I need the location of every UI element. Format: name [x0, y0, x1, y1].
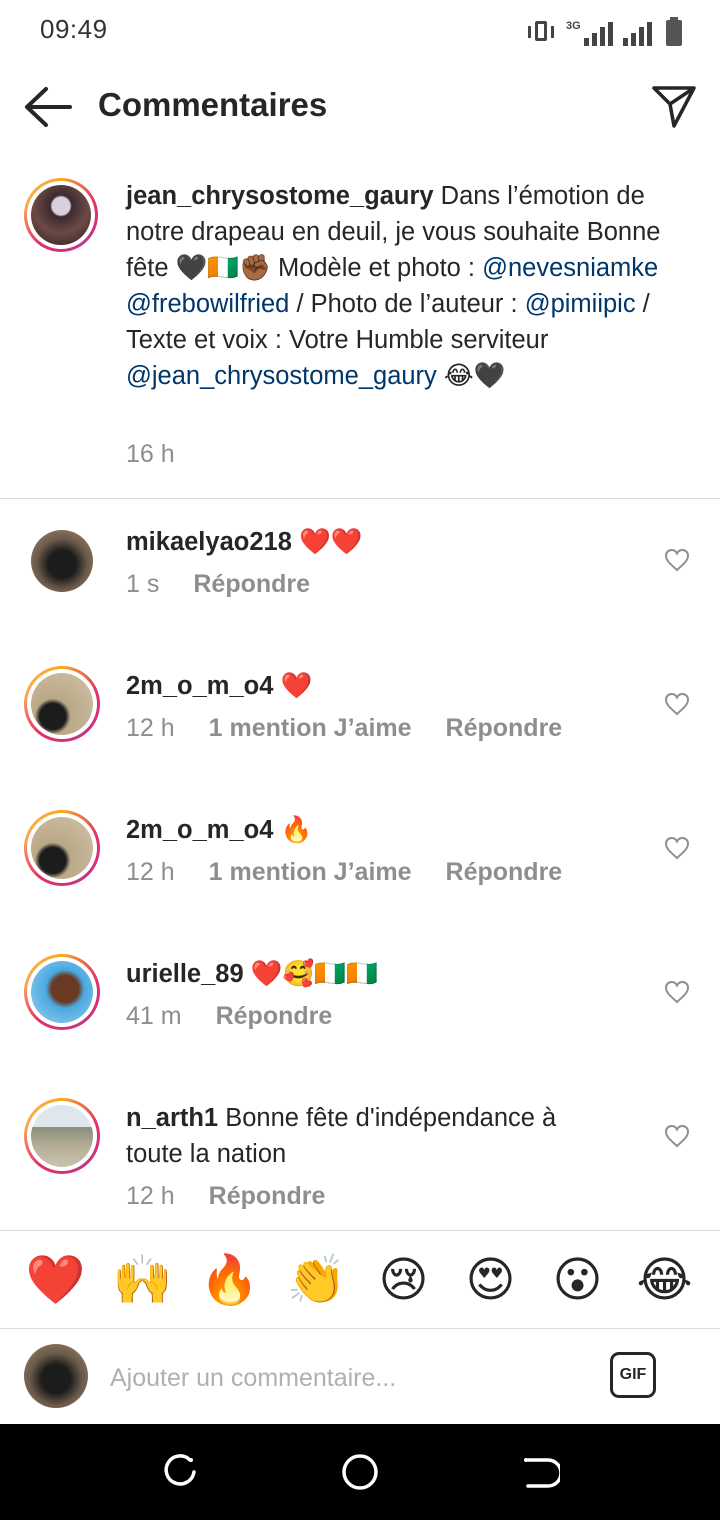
caption-avatar[interactable]	[24, 178, 98, 252]
like-heart-icon[interactable]	[664, 980, 690, 1004]
back-arrow-icon[interactable]	[20, 82, 76, 132]
emoji-clap-button[interactable]: 👏	[286, 1252, 348, 1308]
comment-meta: 12 h 1 mention J’aime Répondre	[126, 858, 562, 887]
comment-timestamp: 1 s	[126, 570, 160, 598]
comment-body: ❤️🥰🇨🇮🇨🇮	[243, 960, 378, 988]
comment-text: mikaelyao218 ❤️❤️	[126, 524, 626, 560]
comment-username[interactable]: mikaelyao218	[126, 528, 292, 556]
emoji-sad-button[interactable]: 😢	[373, 1252, 435, 1308]
mention-link[interactable]: @frebowilfried	[126, 290, 289, 318]
comment-meta: 12 h Répondre	[126, 1182, 325, 1211]
comment-meta: 12 h 1 mention J’aime Répondre	[126, 714, 562, 743]
emoji-laughing-button[interactable]: 😂	[634, 1252, 696, 1308]
emoji-heart-button[interactable]: ❤️	[25, 1252, 87, 1308]
like-heart-icon[interactable]	[664, 1124, 690, 1148]
send-icon[interactable]	[650, 82, 698, 130]
home-icon[interactable]	[340, 1452, 380, 1492]
gif-button[interactable]: GIF	[610, 1352, 656, 1398]
battery-icon	[666, 17, 682, 46]
comment-timestamp: 41 m	[126, 1002, 182, 1030]
comment-username[interactable]: urielle_89	[126, 960, 244, 988]
comment-timestamp: 12 h	[126, 714, 175, 742]
comment-timestamp: 12 h	[126, 858, 175, 886]
page-title: Commentaires	[98, 86, 328, 123]
likes-count[interactable]: 1 mention J’aime	[209, 714, 412, 743]
caption-text-part: 😂🖤	[436, 362, 506, 390]
comment-meta: 41 m Répondre	[126, 1002, 332, 1031]
comment-body: 🔥	[273, 816, 313, 844]
emoji-heart-eyes-button[interactable]: 😍	[460, 1252, 522, 1308]
like-heart-icon[interactable]	[664, 692, 690, 716]
comment-input-row: GIF	[0, 1330, 720, 1424]
signal-icon-2	[623, 20, 652, 46]
commenter-avatar[interactable]	[31, 530, 93, 592]
reply-button[interactable]: Répondre	[216, 1002, 333, 1031]
comment-username[interactable]: 2m_o_m_o4	[126, 672, 273, 700]
commenter-avatar[interactable]	[24, 1098, 100, 1174]
caption-text-part: / Photo de l’auteur :	[289, 290, 525, 318]
status-icons: 3G	[526, 14, 682, 46]
reply-button[interactable]: Répondre	[209, 1182, 326, 1211]
comment-timestamp: 12 h	[126, 1182, 175, 1210]
comment-text: n_arth1 Bonne fête d'indépendance à tout…	[126, 1100, 606, 1172]
commenter-avatar[interactable]	[24, 810, 100, 886]
reply-button[interactable]: Répondre	[193, 570, 310, 599]
header: Commentaires	[0, 62, 720, 152]
divider	[0, 1328, 720, 1329]
caption-text: jean_chrysostome_gaury Dans l’émotion de…	[126, 178, 666, 394]
comment-body: ❤️	[273, 672, 313, 700]
my-avatar	[24, 1344, 88, 1408]
signal-icon: 3G	[566, 20, 613, 46]
back-nav-icon[interactable]	[520, 1452, 563, 1492]
comment-body: ❤️❤️	[291, 528, 363, 556]
comment-text: 2m_o_m_o4 🔥	[126, 812, 626, 848]
quick-emoji-bar: ❤️ 🙌 🔥 👏 😢 😍 😮 😂	[0, 1232, 720, 1328]
comment-input[interactable]	[110, 1358, 580, 1398]
mention-link[interactable]: @jean_chrysostome_gaury	[126, 362, 437, 390]
emoji-raised-hands-button[interactable]: 🙌	[112, 1252, 174, 1308]
mention-link[interactable]: @nevesniamke	[482, 254, 658, 282]
system-nav-bar	[0, 1424, 720, 1520]
divider	[0, 1230, 720, 1231]
divider	[0, 498, 720, 499]
recent-apps-icon[interactable]	[160, 1452, 200, 1492]
comment-text: urielle_89 ❤️🥰🇨🇮🇨🇮	[126, 956, 626, 992]
emoji-fire-button[interactable]: 🔥	[199, 1252, 261, 1308]
comment-username[interactable]: 2m_o_m_o4	[126, 816, 273, 844]
caption-username[interactable]: jean_chrysostome_gaury	[126, 182, 434, 210]
network-type: 3G	[566, 20, 581, 32]
comment-text: 2m_o_m_o4 ❤️	[126, 668, 626, 704]
comment-meta: 1 s Répondre	[126, 570, 310, 599]
status-bar: 09:49 3G	[0, 0, 720, 60]
status-time: 09:49	[40, 14, 108, 44]
caption-timestamp: 16 h	[126, 440, 175, 468]
reply-button[interactable]: Répondre	[446, 714, 563, 743]
vibrate-icon	[526, 18, 556, 46]
comment-username[interactable]: n_arth1	[126, 1104, 218, 1132]
emoji-surprised-button[interactable]: 😮	[547, 1252, 609, 1308]
commenter-avatar[interactable]	[24, 666, 100, 742]
commenter-avatar[interactable]	[24, 954, 100, 1030]
like-heart-icon[interactable]	[664, 548, 690, 572]
likes-count[interactable]: 1 mention J’aime	[209, 858, 412, 887]
reply-button[interactable]: Répondre	[446, 858, 563, 887]
like-heart-icon[interactable]	[664, 836, 690, 860]
mention-link[interactable]: @pimiipic	[525, 290, 636, 318]
